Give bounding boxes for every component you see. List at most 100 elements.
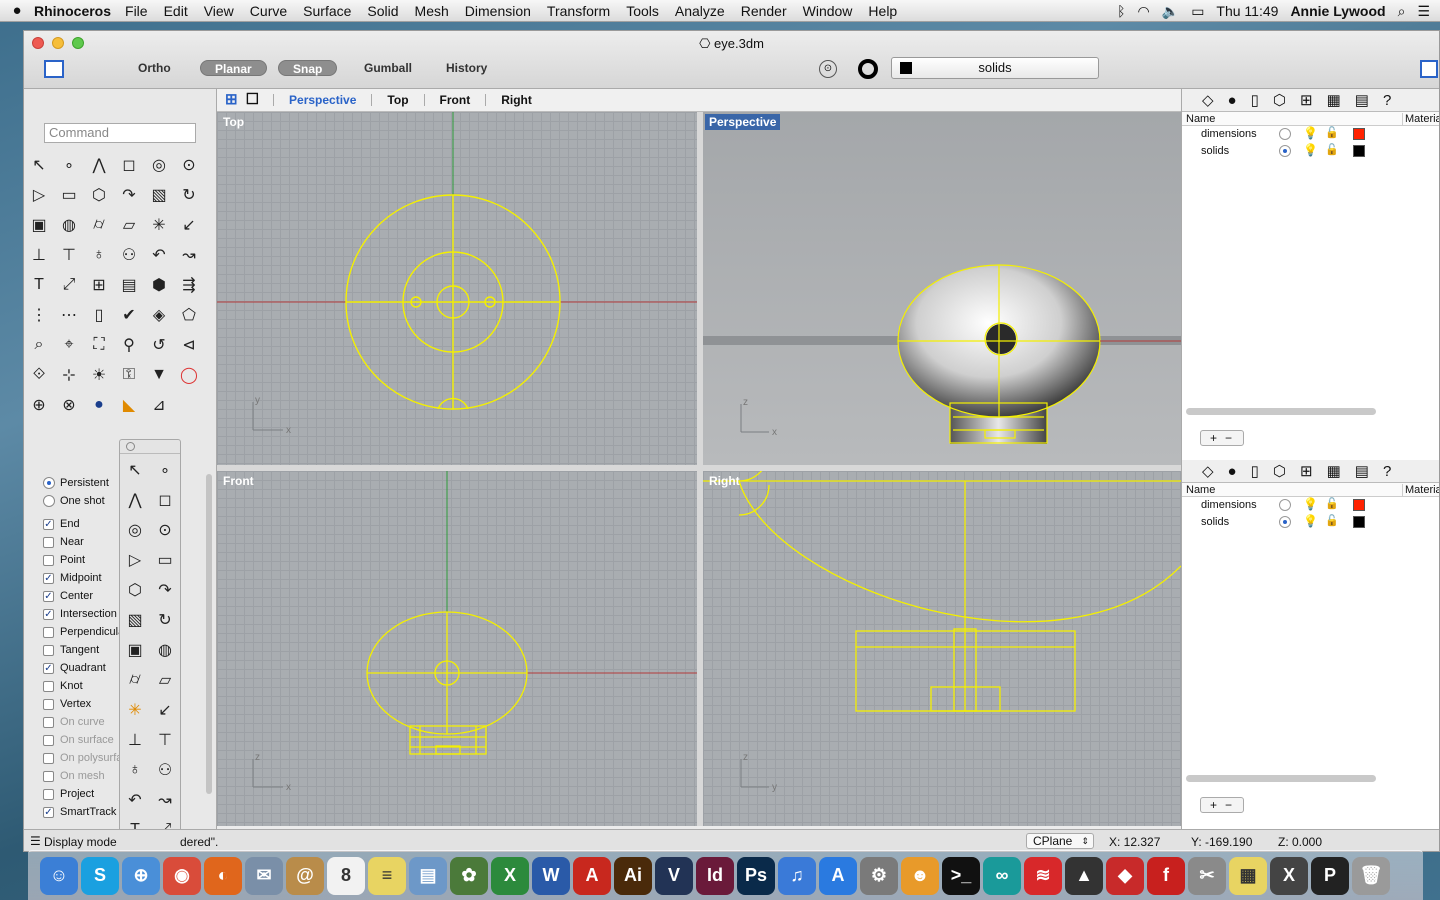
car-icon[interactable]: ⊲ — [177, 333, 201, 357]
apple-menu-icon[interactable]: ● — [0, 2, 34, 19]
snap-toggle[interactable]: Snap — [278, 60, 338, 76]
globe-icon[interactable]: ⊕ — [27, 393, 51, 417]
float-explode-icon[interactable]: ✳ — [123, 698, 147, 722]
document-icon[interactable]: ▯ — [1251, 462, 1259, 480]
properties-icon[interactable]: ⋯ — [57, 303, 81, 327]
viewport-splitter-vertical[interactable] — [697, 112, 703, 826]
vectorworks-icon[interactable]: V — [655, 856, 693, 895]
menu-solid[interactable]: Solid — [367, 3, 398, 19]
float-polygon-center-icon[interactable]: ⬡ — [123, 578, 147, 602]
trash-icon[interactable]: 🗑 — [1352, 856, 1390, 895]
menu-curve[interactable]: Curve — [250, 3, 287, 19]
viewport-top[interactable]: Top y x — [217, 112, 697, 465]
solid-edit-icon[interactable]: ⬢ — [147, 273, 171, 297]
layer-color-swatch[interactable] — [1353, 128, 1365, 140]
command-input[interactable]: Command — [44, 123, 196, 143]
polyline-icon[interactable]: ⋀ — [87, 153, 111, 177]
layer-icon[interactable]: ⟐ — [27, 363, 51, 387]
layer-name[interactable]: solids — [1201, 145, 1229, 157]
menu-tools[interactable]: Tools — [626, 3, 659, 19]
col-name[interactable]: Name — [1186, 113, 1215, 125]
finder-icon[interactable]: ☺ — [40, 856, 78, 895]
ellipse-icon[interactable]: ⊙ — [177, 153, 201, 177]
viewport-perspective[interactable]: Perspective z x — [703, 112, 1181, 465]
spotlight-icon[interactable]: ⌕ — [1398, 3, 1406, 20]
layer-add-remove-bottom[interactable]: +− — [1200, 797, 1244, 813]
float-cylinder-icon[interactable]: ⌭ — [123, 668, 147, 692]
float-align-top-icon[interactable]: ⊤ — [153, 728, 177, 752]
layers-scrollbar-top[interactable] — [1186, 408, 1376, 415]
lightbulb-icon[interactable]: 💡 — [1303, 143, 1318, 157]
material-icon[interactable] — [858, 59, 878, 79]
render-icon[interactable]: ⬠ — [177, 303, 201, 327]
viewports-icon[interactable]: ⊞ — [1300, 462, 1313, 480]
battery-icon[interactable]: ▭ — [1191, 3, 1204, 20]
float-rectangle-icon[interactable]: ▭ — [153, 548, 177, 572]
curve-join-icon[interactable]: ↝ — [177, 243, 201, 267]
float-select-icon[interactable]: ↖ — [123, 458, 147, 482]
lock-icon[interactable]: 🔓 — [1325, 143, 1339, 156]
float-boolean-icon[interactable]: ♁ — [123, 758, 147, 782]
current-layer-radio[interactable] — [1279, 499, 1291, 511]
remove-layer-button[interactable]: − — [1225, 798, 1240, 812]
viewport-front[interactable]: Front z x — [217, 471, 697, 826]
ortho-toggle[interactable]: Ortho — [138, 60, 171, 76]
arduino-icon[interactable]: ∞ — [983, 856, 1021, 895]
wifi-icon[interactable]: ◠ — [1138, 3, 1150, 20]
polygon-center-icon[interactable]: ⬡ — [87, 183, 111, 207]
float-point-icon[interactable]: ∘ — [153, 458, 177, 482]
layer-color-swatch[interactable] — [1353, 516, 1365, 528]
cage-icon[interactable]: ▯ — [87, 303, 111, 327]
add-layer-button[interactable]: + — [1210, 798, 1225, 812]
current-layer-radio[interactable] — [1279, 145, 1291, 157]
layer-color-swatch[interactable] — [1353, 499, 1365, 511]
float-extrude-icon[interactable]: ⊥ — [123, 728, 147, 752]
float-arc-icon[interactable]: ↷ — [153, 578, 177, 602]
word-icon[interactable]: W — [532, 856, 570, 895]
menu-mesh[interactable]: Mesh — [415, 3, 449, 19]
floating-toolbar-header[interactable] — [120, 440, 180, 454]
excel-icon[interactable]: X — [491, 856, 529, 895]
cplane-selector[interactable]: CPlane ⇕ — [1026, 833, 1094, 849]
layer-name[interactable]: dimensions — [1201, 499, 1257, 511]
gumball-toggle[interactable]: Gumball — [364, 60, 412, 76]
menu-window[interactable]: Window — [803, 3, 853, 19]
photoshop-icon[interactable]: Ps — [737, 856, 775, 895]
remove-layer-button[interactable]: − — [1225, 431, 1240, 445]
transmit-icon[interactable]: ≋ — [1024, 856, 1062, 895]
polygon-icon[interactable]: ▷ — [27, 183, 51, 207]
check-icon[interactable]: ✔ — [117, 303, 141, 327]
display-mode-label[interactable]: Display mode — [44, 835, 117, 849]
tab-top[interactable]: Top — [371, 94, 423, 106]
zoom-selected-icon[interactable]: ⚲ — [117, 333, 141, 357]
select-icon[interactable]: ↖ — [27, 153, 51, 177]
layers-scrollbar-bottom[interactable] — [1186, 775, 1376, 782]
current-layer-radio[interactable] — [1279, 516, 1291, 528]
inkscape-icon[interactable]: ▲ — [1065, 856, 1103, 895]
array-grid-icon[interactable]: ⋮ — [27, 303, 51, 327]
tab-right[interactable]: Right — [485, 94, 547, 106]
menu-edit[interactable]: Edit — [164, 3, 188, 19]
current-layer-field[interactable]: solids — [891, 57, 1099, 79]
menu-surface[interactable]: Surface — [303, 3, 351, 19]
scale-icon[interactable]: ↙ — [177, 213, 201, 237]
document-icon[interactable]: ▯ — [1251, 91, 1259, 109]
user-name[interactable]: Annie Lywood — [1290, 3, 1385, 19]
viewport-label-right[interactable]: Right — [705, 473, 744, 489]
menu-transform[interactable]: Transform — [547, 3, 610, 19]
float-curve-join-icon[interactable]: ↝ — [153, 788, 177, 812]
float-surface-corner-icon[interactable]: ▧ — [123, 608, 147, 632]
processing-icon[interactable]: P — [1311, 856, 1349, 895]
text-icon[interactable]: T — [27, 273, 51, 297]
rotate-surface-icon[interactable]: ↻ — [177, 183, 201, 207]
boolean-icon[interactable]: ♁ — [87, 243, 111, 267]
box-icon[interactable]: ▣ — [27, 213, 51, 237]
chrome-icon[interactable]: ◉ — [163, 856, 201, 895]
lightbulb-icon[interactable]: 💡 — [1303, 514, 1318, 528]
layer-row-dimensions[interactable]: dimensions 💡 🔓 — [1182, 497, 1439, 514]
viewport-right[interactable]: Right z y — [703, 471, 1181, 826]
extrude-icon[interactable]: ⊥ — [27, 243, 51, 267]
layers-icon[interactable]: ◇ — [1202, 91, 1214, 109]
lock-icon[interactable]: 🔓 — [1325, 514, 1339, 527]
named-views-icon[interactable]: ▦ — [1327, 91, 1341, 109]
